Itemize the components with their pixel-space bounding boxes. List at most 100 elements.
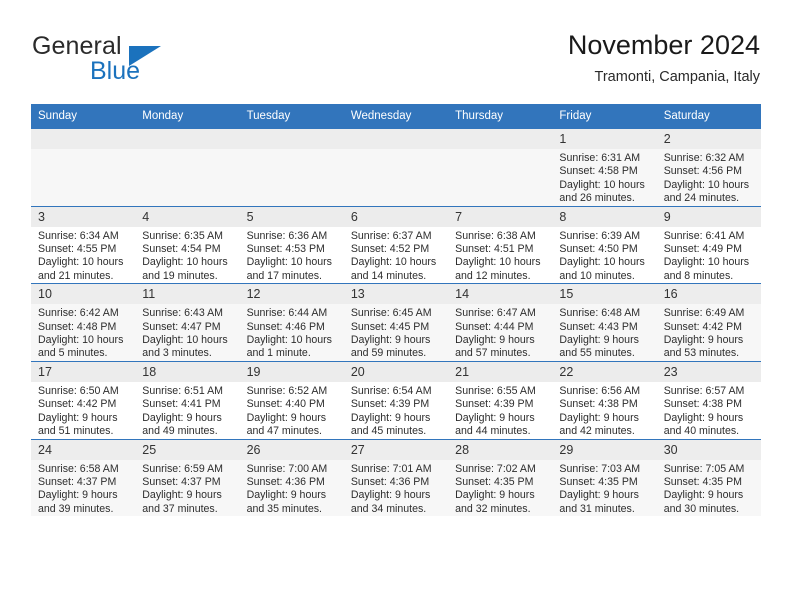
day-details <box>240 149 344 152</box>
daylight-text: and 51 minutes. <box>38 425 114 438</box>
day-details: Sunrise: 6:47 AM Sunset: 4:44 PM Daylight:… <box>448 304 552 361</box>
calendar-day-cell[interactable]: 17 Sunrise: 6:50 AM Sunset: 4:42 PM Dayligh… <box>31 360 136 439</box>
day-details: Sunrise: 6:35 AM Sunset: 4:54 PM Daylight:… <box>135 227 239 284</box>
calendar-day-cell[interactable]: 13 Sunrise: 6:45 AM Sunset: 4:45 PM Dayligh… <box>343 283 449 362</box>
daylight-text: and 59 minutes. <box>350 347 427 360</box>
day-details: Sunrise: 6:37 AM Sunset: 4:52 PM Daylight:… <box>344 227 448 284</box>
calendar-day-cell[interactable]: 15 Sunrise: 6:48 AM Sunset: 4:43 PM Dayligh… <box>552 283 657 362</box>
calendar-day-cell[interactable]: 18 Sunrise: 6:51 AM Sunset: 4:41 PM Dayligh… <box>135 360 240 439</box>
day-number: 2 <box>656 129 761 149</box>
sunrise-text: Sunrise: 7:00 AM <box>246 462 328 475</box>
calendar-day-cell[interactable]: 23 Sunrise: 6:57 AM Sunset: 4:38 PM Dayligh… <box>656 360 761 439</box>
day-details <box>31 149 135 152</box>
daylight-text: Daylight: 9 hours <box>663 489 744 502</box>
calendar-day-cell[interactable]: 11 Sunrise: 6:43 AM Sunset: 4:47 PM Dayligh… <box>135 283 240 362</box>
calendar-day-cell[interactable]: 26 Sunrise: 7:00 AM Sunset: 4:36 PM Dayligh… <box>239 438 344 517</box>
calendar-day-cell[interactable]: 27 Sunrise: 7:01 AM Sunset: 4:36 PM Dayligh… <box>343 438 449 517</box>
calendar-day-cell[interactable]: 8 Sunrise: 6:39 AM Sunset: 4:50 PM Daylight… <box>552 205 657 284</box>
calendar-day-cell[interactable]: 24 Sunrise: 6:58 AM Sunset: 4:37 PM Dayligh… <box>31 438 136 517</box>
calendar-day-cell[interactable]: 4 Sunrise: 6:35 AM Sunset: 4:54 PM Daylight… <box>135 205 240 284</box>
day-details: Sunrise: 7:05 AM Sunset: 4:35 PM Daylight:… <box>657 460 761 517</box>
day-number: 12 <box>239 284 344 305</box>
calendar-day-cell[interactable]: 7 Sunrise: 6:38 AM Sunset: 4:51 PM Daylight… <box>448 205 553 284</box>
day-details: Sunrise: 6:43 AM Sunset: 4:47 PM Daylight:… <box>135 304 239 361</box>
daylight-text: and 19 minutes. <box>142 269 218 282</box>
day-number: 16 <box>656 284 761 305</box>
calendar-day-cell[interactable]: 19 Sunrise: 6:52 AM Sunset: 4:40 PM Dayligh… <box>239 360 344 439</box>
day-number: 29 <box>552 439 657 460</box>
day-details: Sunrise: 6:51 AM Sunset: 4:41 PM Daylight:… <box>135 382 239 439</box>
day-details <box>135 149 239 152</box>
daylight-text: and 26 minutes. <box>559 192 635 205</box>
daylight-text: and 40 minutes. <box>663 425 740 438</box>
calendar-day-cell[interactable]: 20 Sunrise: 6:54 AM Sunset: 4:39 PM Dayligh… <box>343 360 449 439</box>
daylight-text: Daylight: 9 hours <box>38 489 118 502</box>
page-subtitle: Tramonti, Campania, Italy <box>594 69 760 85</box>
sunrise-text: Sunrise: 6:52 AM <box>246 384 328 397</box>
sunrise-text: Sunrise: 6:49 AM <box>663 307 745 320</box>
daylight-text: and 17 minutes. <box>246 269 322 282</box>
calendar-day-cell[interactable]: 28 Sunrise: 7:02 AM Sunset: 4:35 PM Dayligh… <box>448 438 553 517</box>
daylight-text: Daylight: 10 hours <box>246 334 332 347</box>
daylight-text: Daylight: 10 hours <box>663 256 750 269</box>
sunrise-text: Sunrise: 6:59 AM <box>142 462 223 475</box>
daylight-text: and 34 minutes. <box>350 502 427 515</box>
day-number: 25 <box>135 439 240 460</box>
calendar-day-cell[interactable]: 14 Sunrise: 6:47 AM Sunset: 4:44 PM Dayligh… <box>448 283 553 362</box>
weekday-header-monday: Monday <box>135 104 240 129</box>
day-number: 28 <box>448 439 553 460</box>
calendar-day-cell[interactable]: 9 Sunrise: 6:41 AM Sunset: 4:49 PM Daylight… <box>656 205 761 284</box>
sunset-text: Sunset: 4:37 PM <box>142 475 221 488</box>
daylight-text: and 3 minutes. <box>142 347 212 360</box>
day-number: 22 <box>552 361 657 382</box>
day-details: Sunrise: 6:57 AM Sunset: 4:38 PM Daylight:… <box>657 382 761 439</box>
calendar-day-cell[interactable]: 30 Sunrise: 7:05 AM Sunset: 4:35 PM Dayligh… <box>656 438 761 517</box>
day-number: 7 <box>448 206 553 227</box>
calendar-header-row: Sunday Monday Tuesday Wednesday Thursday Frid… <box>31 104 761 129</box>
day-details: Sunrise: 6:34 AM Sunset: 4:55 PM Daylight:… <box>31 227 135 284</box>
day-details: Sunrise: 6:31 AM Sunset: 4:58 PM Daylight:… <box>552 149 656 206</box>
sunrise-text: Sunrise: 6:37 AM <box>350 229 432 242</box>
calendar-day-cell[interactable]: 25 Sunrise: 6:59 AM Sunset: 4:37 PM Dayligh… <box>135 438 240 517</box>
sunset-text: Sunset: 4:55 PM <box>38 243 117 256</box>
calendar-day-cell[interactable]: 1 Sunrise: 6:31 AM Sunset: 4:58 PM Daylight… <box>552 128 657 207</box>
calendar-day-cell[interactable]: 21 Sunrise: 6:55 AM Sunset: 4:39 PM Dayligh… <box>448 360 553 439</box>
daylight-text: Daylight: 9 hours <box>38 411 118 424</box>
daylight-text: Daylight: 10 hours <box>142 334 228 347</box>
daylight-text: Daylight: 9 hours <box>455 489 535 502</box>
brand-word-blue: Blue <box>90 57 141 85</box>
calendar-day-cell[interactable]: 12 Sunrise: 6:44 AM Sunset: 4:46 PM Dayligh… <box>239 283 344 362</box>
day-number <box>343 129 449 149</box>
daylight-text: and 37 minutes. <box>142 502 218 515</box>
brand-logo[interactable]: General Blue <box>32 32 262 92</box>
sunrise-text: Sunrise: 6:44 AM <box>246 307 328 320</box>
weekday-header-friday: Friday <box>552 104 657 129</box>
calendar-day-cell[interactable]: 3 Sunrise: 6:34 AM Sunset: 4:55 PM Daylight… <box>31 205 136 284</box>
sunrise-text: Sunrise: 6:36 AM <box>246 229 328 242</box>
day-details: Sunrise: 7:02 AM Sunset: 4:35 PM Daylight:… <box>448 460 552 517</box>
day-details: Sunrise: 7:00 AM Sunset: 4:36 PM Daylight:… <box>240 460 344 517</box>
day-details: Sunrise: 6:32 AM Sunset: 4:56 PM Daylight:… <box>657 149 761 206</box>
sunset-text: Sunset: 4:56 PM <box>663 165 743 178</box>
calendar-day-cell[interactable]: 22 Sunrise: 6:56 AM Sunset: 4:38 PM Dayligh… <box>552 360 657 439</box>
calendar-day-cell[interactable]: 6 Sunrise: 6:37 AM Sunset: 4:52 PM Daylight… <box>343 205 449 284</box>
sunrise-text: Sunrise: 6:32 AM <box>663 152 745 164</box>
calendar-day-cell[interactable]: 29 Sunrise: 7:03 AM Sunset: 4:35 PM Dayligh… <box>552 438 657 517</box>
calendar-body: 1 Sunrise: 6:31 AM Sunset: 4:58 PM Daylight… <box>31 128 761 517</box>
daylight-text: Daylight: 10 hours <box>663 178 750 191</box>
daylight-text: Daylight: 9 hours <box>246 411 327 424</box>
calendar-day-cell[interactable]: 5 Sunrise: 6:36 AM Sunset: 4:53 PM Daylight… <box>239 205 344 284</box>
day-details: Sunrise: 6:44 AM Sunset: 4:46 PM Daylight:… <box>240 304 344 361</box>
day-number: 5 <box>239 206 344 227</box>
daylight-text: and 21 minutes. <box>38 269 114 282</box>
day-number <box>135 129 240 149</box>
calendar-day-cell[interactable]: 2 Sunrise: 6:32 AM Sunset: 4:56 PM Daylight… <box>656 128 761 207</box>
day-number: 14 <box>448 284 553 305</box>
calendar-day-cell[interactable]: 10 Sunrise: 6:42 AM Sunset: 4:48 PM Dayligh… <box>31 283 136 362</box>
sunset-text: Sunset: 4:42 PM <box>38 398 117 411</box>
calendar-day-cell[interactable]: 16 Sunrise: 6:49 AM Sunset: 4:42 PM Dayligh… <box>656 283 761 362</box>
calendar-cell-empty <box>239 128 344 207</box>
daylight-text: and 45 minutes. <box>350 425 427 438</box>
calendar-cell-empty <box>448 128 553 207</box>
sunset-text: Sunset: 4:52 PM <box>350 243 430 256</box>
